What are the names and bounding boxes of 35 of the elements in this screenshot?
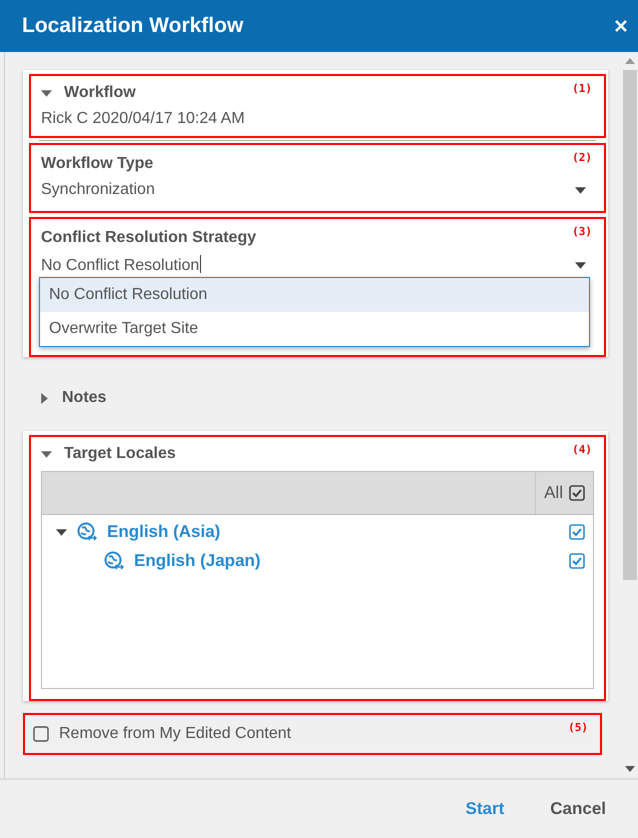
callout-number: (4) xyxy=(572,443,592,456)
field-label: Workflow Type xyxy=(41,154,154,174)
dropdown-option[interactable]: Overwrite Target Site xyxy=(40,312,589,346)
callout-number: (1) xyxy=(572,82,592,95)
field-label: Conflict Resolution Strategy xyxy=(41,228,256,248)
callout-number: (5) xyxy=(568,721,588,734)
caret-icon[interactable] xyxy=(56,526,67,538)
caret-icon[interactable] xyxy=(39,392,50,404)
section-title[interactable]: Workflow xyxy=(64,84,136,102)
globe-icon xyxy=(104,551,124,571)
dropdown-field[interactable]: Synchronization xyxy=(41,179,594,205)
checkbox[interactable] xyxy=(569,524,585,540)
section-title[interactable]: Target Locales xyxy=(64,445,176,463)
checkbox[interactable] xyxy=(569,485,585,501)
callout-number: (2) xyxy=(572,151,592,164)
caret-icon[interactable] xyxy=(41,88,52,98)
caret-icon xyxy=(575,186,586,194)
globe-icon xyxy=(77,522,97,542)
window-title: Localization Workflow xyxy=(22,14,244,38)
locale-link[interactable]: English (Asia) xyxy=(107,522,220,542)
scroll-down-icon[interactable] xyxy=(625,766,635,772)
checkbox-label[interactable]: Remove from My Edited Content xyxy=(59,725,292,743)
close-icon[interactable] xyxy=(614,19,628,33)
section-title[interactable]: Notes xyxy=(62,389,106,407)
locale-link[interactable]: English (Japan) xyxy=(134,551,261,571)
cancel-button[interactable]: Cancel xyxy=(544,795,612,823)
dropdown-option[interactable]: No Conflict Resolution xyxy=(40,278,589,312)
dropdown-field[interactable]: No Conflict Resolution xyxy=(41,253,594,281)
checkbox[interactable] xyxy=(33,726,49,742)
workflow-info: Rick C 2020/04/17 10:24 AM xyxy=(41,110,246,129)
caret-icon xyxy=(575,262,586,268)
checkbox[interactable] xyxy=(569,553,585,569)
callout-number: (3) xyxy=(572,225,592,238)
caret-icon[interactable] xyxy=(41,448,52,460)
column-header: All xyxy=(544,483,563,503)
